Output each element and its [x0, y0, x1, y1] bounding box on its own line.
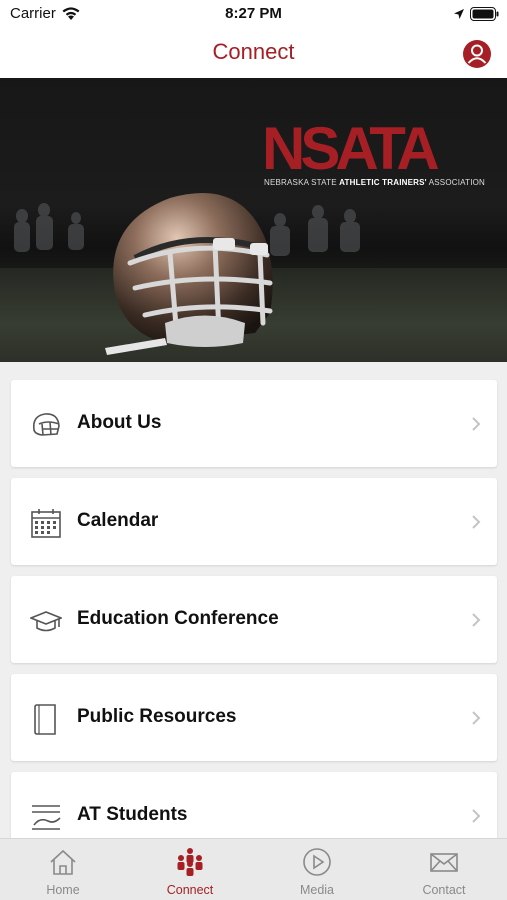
logo-wordmark: NSATA [262, 115, 440, 182]
play-icon [303, 848, 331, 876]
hero-banner: NSATA NEBRASKA STATE ATHLETIC TRAINERS' … [0, 78, 507, 362]
chevron-right-icon [472, 711, 481, 725]
people-icon [177, 848, 203, 876]
navigation-bar: Connect [0, 28, 507, 78]
menu-item-label: Education Conference [77, 608, 279, 629]
chevron-right-icon [472, 613, 481, 627]
tab-connect[interactable]: Connect [127, 839, 253, 900]
tab-bar: Home Connect Media Contact [0, 838, 507, 900]
menu-list: About Us Calendar Education Conference P… [11, 380, 497, 870]
tab-home[interactable]: Home [0, 839, 126, 900]
logo-subtitle: NEBRASKA STATE ATHLETIC TRAINERS' ASSOCI… [264, 178, 486, 187]
tab-label: Connect [166, 883, 214, 897]
football-helmet-image [105, 193, 273, 355]
person-circle-icon [463, 40, 491, 68]
graduation-cap-icon [30, 611, 62, 632]
chevron-right-icon [472, 515, 481, 529]
menu-item-label: AT Students [77, 804, 188, 825]
helmet-icon [32, 413, 60, 436]
book-icon [34, 704, 56, 735]
tab-media[interactable]: Media [254, 839, 380, 900]
chevron-right-icon [472, 809, 481, 823]
envelope-icon [430, 853, 458, 872]
students-icon [32, 805, 61, 830]
tab-label: Contact [422, 883, 466, 897]
menu-item-public-resources[interactable]: Public Resources [11, 674, 497, 761]
menu-item-about-us[interactable]: About Us [11, 380, 497, 467]
chevron-right-icon [472, 417, 481, 431]
tab-label: Home [46, 883, 80, 897]
tab-contact[interactable]: Contact [381, 839, 507, 900]
menu-item-education-conference[interactable]: Education Conference [11, 576, 497, 663]
status-time: 8:27 PM [225, 5, 282, 22]
menu-item-label: About Us [77, 412, 162, 433]
nsata-logo: NSATA NEBRASKA STATE ATHLETIC TRAINERS' … [262, 115, 485, 190]
location-arrow-icon [453, 7, 465, 25]
profile-button[interactable] [462, 39, 492, 69]
menu-item-label: Public Resources [77, 706, 237, 727]
page-title: Connect [212, 39, 295, 64]
menu-item-label: Calendar [77, 510, 159, 531]
battery-icon [470, 7, 500, 26]
tab-label: Media [299, 883, 335, 897]
calendar-icon [31, 509, 61, 538]
status-bar: Carrier 8:27 PM [0, 0, 507, 28]
home-icon [50, 849, 76, 875]
menu-item-calendar[interactable]: Calendar [11, 478, 497, 565]
